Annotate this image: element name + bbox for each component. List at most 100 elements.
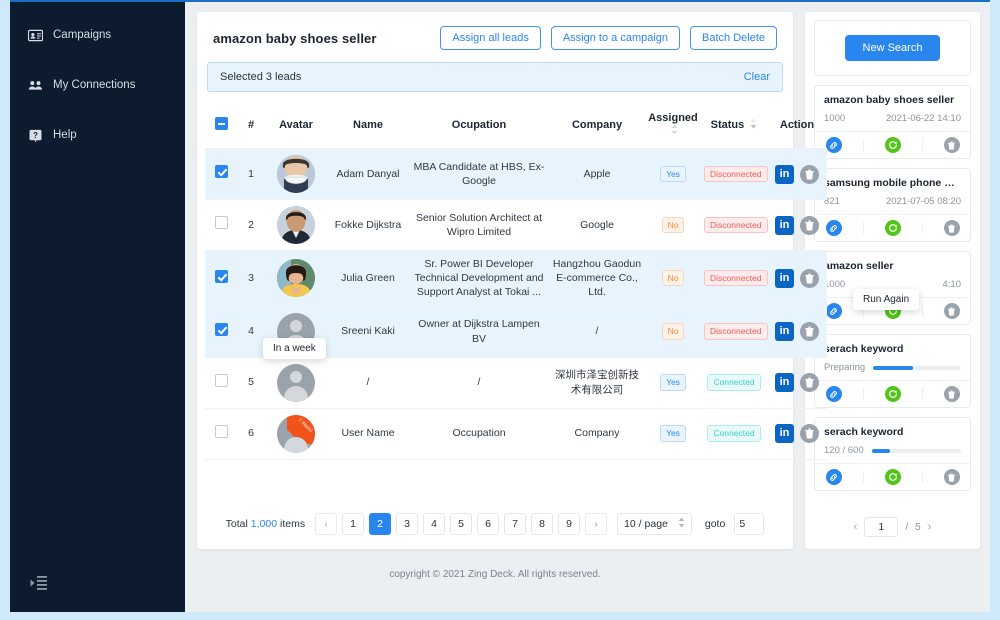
- right-pager-input[interactable]: [864, 517, 899, 537]
- saved-search-card[interactable]: amazon baby shoes seller 1000 2021-06-22 1…: [814, 85, 971, 159]
- status-badge: Disconnected: [704, 323, 768, 340]
- trash-icon[interactable]: [800, 215, 819, 235]
- column-header-occupation: Ocupation: [409, 102, 549, 149]
- pagination-prev-button[interactable]: ‹: [315, 513, 338, 535]
- row-checkbox-cell: [205, 306, 237, 358]
- right-pager-prev[interactable]: ‹: [854, 521, 858, 533]
- assign-to-campaign-button[interactable]: Assign to a campaign: [550, 26, 681, 50]
- total-count: 1,000: [250, 518, 278, 530]
- trash-icon[interactable]: [800, 268, 819, 288]
- pagination-page-1[interactable]: 1: [342, 513, 365, 535]
- card-actions: [815, 463, 970, 490]
- avatar: [277, 206, 315, 244]
- sidebar-item-campaigns[interactable]: Campaigns: [10, 16, 185, 54]
- sort-icon-assigned[interactable]: [671, 124, 678, 138]
- right-pager-next[interactable]: ›: [928, 521, 932, 533]
- table-row[interactable]: 2 Fokke Dijkstra Senior Solution Architect…: [205, 199, 827, 251]
- row-avatar-cell: [265, 148, 327, 200]
- pagination-page-3[interactable]: 3: [396, 513, 419, 535]
- saved-search-card[interactable]: amazon seller 1000 4:10: [814, 251, 971, 325]
- pagination-page-5[interactable]: 5: [450, 513, 473, 535]
- pagination-page-7[interactable]: 7: [504, 513, 527, 535]
- linkedin-icon[interactable]: in: [775, 373, 794, 393]
- trash-icon[interactable]: [800, 373, 819, 393]
- run-again-icon[interactable]: [884, 469, 901, 485]
- page-size-select[interactable]: 10 / page: [617, 513, 692, 535]
- trash-icon[interactable]: [943, 137, 960, 153]
- linkedin-icon[interactable]: in: [775, 424, 794, 444]
- trash-icon[interactable]: [800, 164, 819, 184]
- linkedin-icon[interactable]: in: [775, 268, 794, 288]
- row-occupation: Occupation: [409, 408, 549, 460]
- table-row[interactable]: 5// 深圳市泽宝创新技术有限公司 Yes Connected in: [205, 357, 827, 409]
- pagination-page-4[interactable]: 4: [423, 513, 446, 535]
- run-again-icon[interactable]: [884, 220, 901, 236]
- leads-table-head: # Avatar Name Ocupation Company Assigned: [205, 102, 827, 149]
- total-suffix: items: [279, 518, 306, 530]
- card-title: serach keyword: [824, 426, 904, 438]
- trash-icon[interactable]: [943, 220, 960, 236]
- row-assigned: No: [645, 250, 701, 307]
- select-all-header: [205, 102, 237, 149]
- link-icon[interactable]: [825, 137, 842, 153]
- pagination-page-8[interactable]: 8: [531, 513, 554, 535]
- linkedin-icon[interactable]: in: [775, 215, 794, 235]
- row-checkbox[interactable]: [214, 216, 228, 230]
- pagination-page-9[interactable]: 9: [558, 513, 581, 535]
- trash-icon[interactable]: [943, 303, 960, 319]
- table-row[interactable]: 1 Adam Danyal MBA Candidate at HBS, Ex-Goo…: [205, 148, 827, 200]
- row-checkbox[interactable]: [214, 373, 228, 387]
- trash-icon[interactable]: [943, 386, 960, 402]
- run-again-icon[interactable]: [884, 386, 901, 402]
- trash-icon[interactable]: [800, 322, 819, 342]
- saved-search-card[interactable]: serach keyword 120 / 600: [814, 417, 971, 491]
- row-checkbox[interactable]: [214, 165, 228, 179]
- link-icon[interactable]: [825, 469, 842, 485]
- svg-text:?: ?: [33, 130, 38, 139]
- card-progress-bar: [873, 365, 961, 370]
- row-checkbox-cell: [205, 199, 237, 251]
- row-checkbox[interactable]: [214, 424, 228, 438]
- sort-icon-status[interactable]: [750, 118, 757, 132]
- pagination-page-6[interactable]: 6: [477, 513, 500, 535]
- pagination-page-2[interactable]: 2: [369, 513, 392, 535]
- row-checkbox[interactable]: [214, 322, 228, 336]
- column-header-status[interactable]: Status: [701, 102, 767, 149]
- row-actions: in: [767, 306, 827, 358]
- row-status: Disconnected: [701, 306, 768, 358]
- row-assigned: No: [645, 199, 701, 251]
- row-name: Sreeni Kaki: [327, 306, 409, 358]
- clear-selection-link[interactable]: Clear: [744, 71, 770, 83]
- trash-icon[interactable]: [800, 424, 819, 444]
- row-checkbox[interactable]: [214, 269, 228, 283]
- help-icon: ?: [28, 128, 43, 143]
- new-search-button[interactable]: New Search: [844, 35, 941, 61]
- select-all-checkbox[interactable]: [214, 117, 228, 130]
- divider: [921, 222, 923, 234]
- link-icon[interactable]: [825, 303, 842, 319]
- sidebar-item-help[interactable]: ? Help: [10, 116, 185, 154]
- row-name: Adam Danyal: [327, 148, 409, 200]
- saved-search-card[interactable]: serach keyword Preparing: [814, 334, 971, 408]
- goto-page-input[interactable]: [734, 513, 765, 535]
- table-row[interactable]: 3 Julia Green Sr. Power BI Developer Techn…: [205, 250, 827, 307]
- linkedin-icon[interactable]: in: [775, 322, 794, 342]
- table-row[interactable]: 6 1 day(s) User Name Occupation Company Yes Co…: [205, 408, 827, 460]
- card-title: amazon baby shoes seller: [824, 94, 955, 106]
- right-panel-pagination: ‹ / 5 ›: [814, 509, 971, 541]
- collapse-menu-icon[interactable]: [30, 574, 48, 592]
- pagination-next-button[interactable]: ›: [585, 513, 608, 535]
- row-actions: in: [767, 148, 827, 200]
- new-search-card: New Search: [814, 20, 971, 76]
- trash-icon[interactable]: [943, 469, 960, 485]
- link-icon[interactable]: [825, 220, 842, 236]
- linkedin-icon[interactable]: in: [775, 164, 794, 184]
- batch-delete-button[interactable]: Batch Delete: [690, 26, 777, 50]
- link-icon[interactable]: [825, 386, 842, 402]
- run-again-icon[interactable]: [884, 137, 901, 153]
- saved-search-card[interactable]: samsung mobile phone XX... 821 2021-07-05 …: [814, 168, 971, 242]
- assign-all-leads-button[interactable]: Assign all leads: [440, 26, 541, 50]
- leads-table-body: 1 Adam Danyal MBA Candidate at HBS, Ex-Goo…: [205, 148, 827, 460]
- sidebar-item-my-connections[interactable]: My Connections: [10, 66, 185, 104]
- column-header-assigned[interactable]: Assigned: [645, 102, 701, 149]
